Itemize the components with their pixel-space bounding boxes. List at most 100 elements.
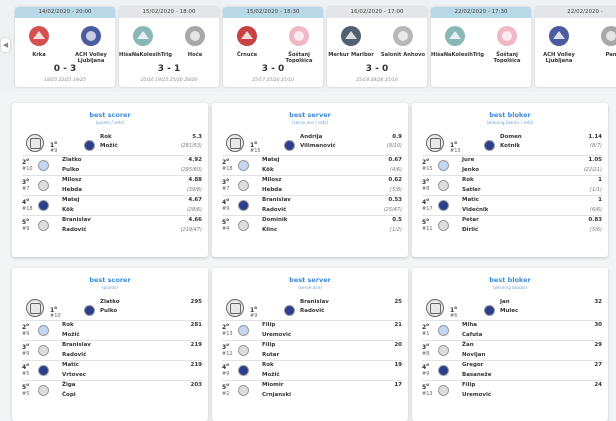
leaderboard-row[interactable]: 3o #8 Žan Novljan 29 [422, 342, 602, 362]
leaderboard-row[interactable]: 4o #17 Matic Videčnik 1 (6/6) [422, 197, 602, 217]
team-logo-icon [84, 140, 95, 151]
leaderboard-row[interactable]: 2o #18 Matej Kök 0.67 (4/6) [222, 157, 402, 177]
stat-value: 4.67 [188, 197, 202, 203]
player-last-name: Vilimanović [300, 143, 336, 149]
leaderboard-row[interactable]: 1o #13 Domen Kotnik 1.14 (8/7) [422, 132, 602, 154]
stat-value: 27 [594, 362, 602, 368]
team-logo-icon [38, 325, 49, 336]
team-logo-icon [484, 305, 495, 316]
player-first-name: Miha [462, 322, 477, 328]
stat-ratio: (25/47) [383, 207, 402, 213]
stat-value: 25 [394, 299, 402, 305]
match-card[interactable]: 16/02/2020 - 17:00 Merkur Maribor Salonit … [327, 7, 427, 87]
jersey-number: #6 [450, 313, 458, 319]
match-card[interactable]: 22/02/2020 - ACH Volley Ljubljana Pan [535, 7, 616, 87]
leaderboard-row[interactable]: 1o #10 Zlatko Pulko 295 [22, 297, 202, 319]
leaderboard-row[interactable]: 3o #9 Branislav Radovič 219 [22, 342, 202, 362]
leaderboard-row[interactable]: 1o #9 Branislav Radovič 25 [222, 297, 402, 319]
player-first-name: Filip [262, 342, 276, 348]
home-team-logo-icon [235, 24, 259, 48]
rank: 5o [422, 217, 429, 226]
stats-panel: best bloker (winning blocks) 1o #6 Jan Mulec 3… [412, 268, 608, 421]
panel-subtitle: (serve ace) [298, 285, 322, 290]
jersey-number: #10 [22, 166, 33, 172]
jersey-number: #9 [22, 331, 30, 337]
player-last-name: Uremović [262, 332, 292, 338]
rank: 4o [22, 362, 29, 371]
player-last-name: Možič [100, 143, 118, 149]
team-logo-icon [38, 180, 49, 191]
leaderboard-row[interactable]: 2o #10 Zlatko Pulko 4.92 (295/60) [22, 157, 202, 177]
leaderboard-row[interactable]: 4o #9 Gregor Basaneže 27 [422, 362, 602, 382]
rank: 4o [222, 362, 229, 371]
leaderboard-row[interactable]: 3o #7 Milosz Hebda 0.62 (5/8) [222, 177, 402, 197]
leaderboard-row[interactable]: 5o #5 Žiga Čopi 203 [22, 382, 202, 402]
stat-value: 0.67 [388, 157, 402, 163]
team-logo-icon [438, 220, 449, 231]
leaderboard-row[interactable]: 4o #5 Matic Vrtovec 219 [22, 362, 202, 382]
row-divider [22, 340, 202, 341]
player-first-name: Filip [462, 382, 476, 388]
stats-panel: best scorer (points / sets) 1o #9 Rok Možič 5.… [12, 103, 208, 257]
prev-arrow-button[interactable]: ◀ [1, 38, 10, 52]
player-last-name: Klinc [262, 227, 278, 233]
leaderboard-row[interactable]: 1o #15 Andrija Vilimanović 0.9 (9/10) [222, 132, 402, 154]
player-first-name: Andrija [300, 134, 323, 140]
leaderboard-row[interactable]: 2o #15 Jure Jenko 1.05 (22/21) [422, 157, 602, 177]
home-team-name: HišaNaKolesihTrig [431, 52, 484, 58]
match-set-scores: 25/14 28/26 25/16 [356, 78, 398, 83]
team-logo-icon [38, 345, 49, 356]
leaderboard-row[interactable]: 3o #8 Rok Satler 1 (1/1) [422, 177, 602, 197]
leaderboard-row[interactable]: 5o #9 Branislav Radovič 4.66 (219/47) [22, 217, 202, 237]
player-last-name: Hebda [62, 187, 82, 193]
leaderboard-row[interactable]: 2o #9 Rok Možič 281 [22, 322, 202, 342]
home-team-name: HišaNaKolesihTrig [119, 52, 172, 58]
match-date: 22/02/2020 - 17:30 [431, 7, 531, 18]
stat-value: 203 [190, 382, 202, 388]
home-team-name: Črnuče [236, 52, 258, 58]
team-logo-icon [284, 140, 295, 151]
player-last-name: Pulko [62, 167, 80, 173]
away-team-name: Salonit Anhovo [380, 52, 426, 58]
leaderboard-row[interactable]: 2o #13 Filip Uremović 21 [222, 322, 402, 342]
match-date: 16/02/2020 - 17:00 [327, 7, 427, 18]
leaderboard-row[interactable]: 5o #4 Dominik Klinc 0.5 (1/2) [222, 217, 402, 237]
player-last-name: Radovič [62, 227, 87, 233]
jersey-number: #1 [422, 331, 430, 337]
leaderboard-row[interactable]: 3o #12 Filip Rutar 20 [222, 342, 402, 362]
stat-value: 0.9 [392, 134, 402, 140]
leaderboard-row[interactable]: 3o #7 Milosz Hebda 4.88 (39/8) [22, 177, 202, 197]
match-score: 3 - 0 [261, 64, 285, 74]
leaderboard-row[interactable]: 5o #11 Petar Đirlić 0.83 (5/6) [422, 217, 602, 237]
stat-ratio: (295/60) [180, 167, 203, 173]
jersey-number: #18 [222, 166, 233, 172]
stat-value: 17 [394, 382, 402, 388]
match-card[interactable]: 15/02/2020 - 18:30 Črnuče Šoštanj Topolšic… [223, 7, 323, 87]
player-first-name: Jure [462, 157, 475, 163]
leaderboard-row[interactable]: 5o #13 Filip Uremović 24 [422, 382, 602, 402]
player-first-name: Matej [62, 197, 80, 203]
leaderboard-row[interactable]: 4o #18 Matej Kök 4.67 (28/6) [22, 197, 202, 217]
match-card[interactable]: 15/02/2020 - 18:00 HišaNaKolesihTrig Hoče 3… [119, 7, 219, 87]
stats-panel: best server (serve ace) 1o #9 Branislav Radov… [212, 268, 408, 421]
away-team-logo-icon [495, 24, 519, 48]
leaderboard-row[interactable]: 1o #6 Jan Mulec 32 [422, 297, 602, 319]
home-team-logo-icon [339, 24, 363, 48]
row-divider [22, 360, 202, 361]
leaderboard-row[interactable]: 5o #2 Miomir Crnjanski 17 [222, 382, 402, 402]
jersey-number: #2 [222, 391, 230, 397]
leaderboard-row[interactable]: 4o #9 Branislav Radovič 0.53 (25/47) [222, 197, 402, 217]
stat-value: 281 [190, 322, 202, 328]
team-logo-icon [438, 325, 449, 336]
match-card[interactable]: 22/02/2020 - 17:30 HišaNaKolesihTrig Šošta… [431, 7, 531, 87]
player-first-name: Jan [500, 299, 510, 305]
leaderboard-row[interactable]: 4o #9 Rok Možič 19 [222, 362, 402, 382]
jersey-number: #4 [222, 226, 230, 232]
leaderboard-row[interactable]: 1o #9 Rok Možič 5.3 (281/53) [22, 132, 202, 154]
leaderboard-row[interactable]: 2o #1 Miha Cafuta 30 [422, 322, 602, 342]
match-card[interactable]: 14/02/2020 - 20:00 Krka ACH Volley Ljublja… [15, 7, 115, 87]
row-divider [22, 175, 202, 176]
stat-ratio: (28/6) [186, 207, 202, 213]
team-logo-icon [438, 385, 449, 396]
jersey-number: #9 [222, 371, 230, 377]
